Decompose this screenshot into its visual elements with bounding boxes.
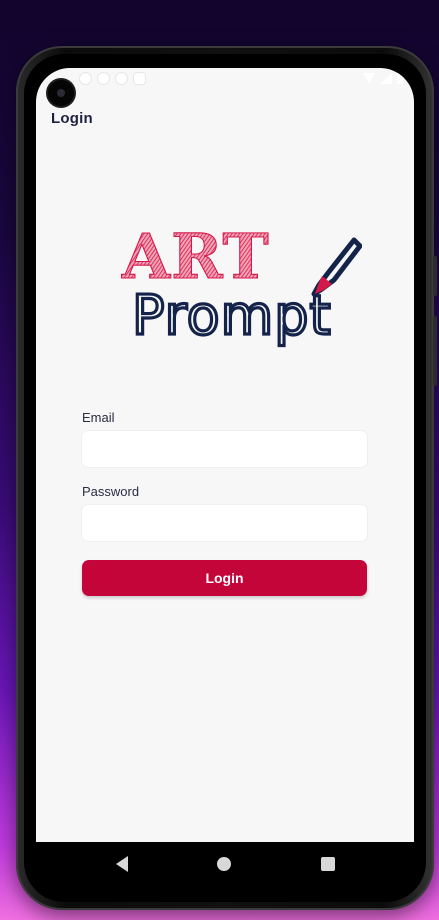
status-bar <box>36 68 414 94</box>
system-status-icons <box>363 73 404 84</box>
volume-button <box>433 256 437 296</box>
android-notification-icon <box>116 73 127 84</box>
front-camera <box>48 80 74 106</box>
home-icon[interactable] <box>217 857 231 871</box>
app-screen: Login ART Prompt Email Password Login <box>36 68 414 886</box>
power-button <box>433 316 437 386</box>
password-label: Password <box>82 484 140 499</box>
logo-prompt-text: Prompt <box>132 284 332 347</box>
page-title: Login <box>51 110 93 127</box>
phone-frame: Login ART Prompt Email Password Login <box>16 46 437 910</box>
art-prompt-logo: ART Prompt <box>120 219 362 349</box>
battery-icon <box>397 73 404 84</box>
email-label: Email <box>82 410 115 425</box>
back-icon[interactable] <box>116 856 128 872</box>
recents-icon[interactable] <box>321 857 335 871</box>
signal-icon <box>380 73 392 84</box>
notification-icon <box>80 73 91 84</box>
wifi-icon <box>363 73 375 84</box>
storage-notification-icon <box>134 73 145 84</box>
password-field[interactable] <box>82 505 367 541</box>
pencil-icon <box>311 237 362 297</box>
settings-notification-icon <box>98 73 109 84</box>
notification-icons <box>80 73 145 84</box>
logo-art-text: ART <box>121 220 270 293</box>
email-field[interactable] <box>82 431 367 467</box>
login-button[interactable]: Login <box>82 560 367 596</box>
system-nav-bar <box>36 842 414 886</box>
